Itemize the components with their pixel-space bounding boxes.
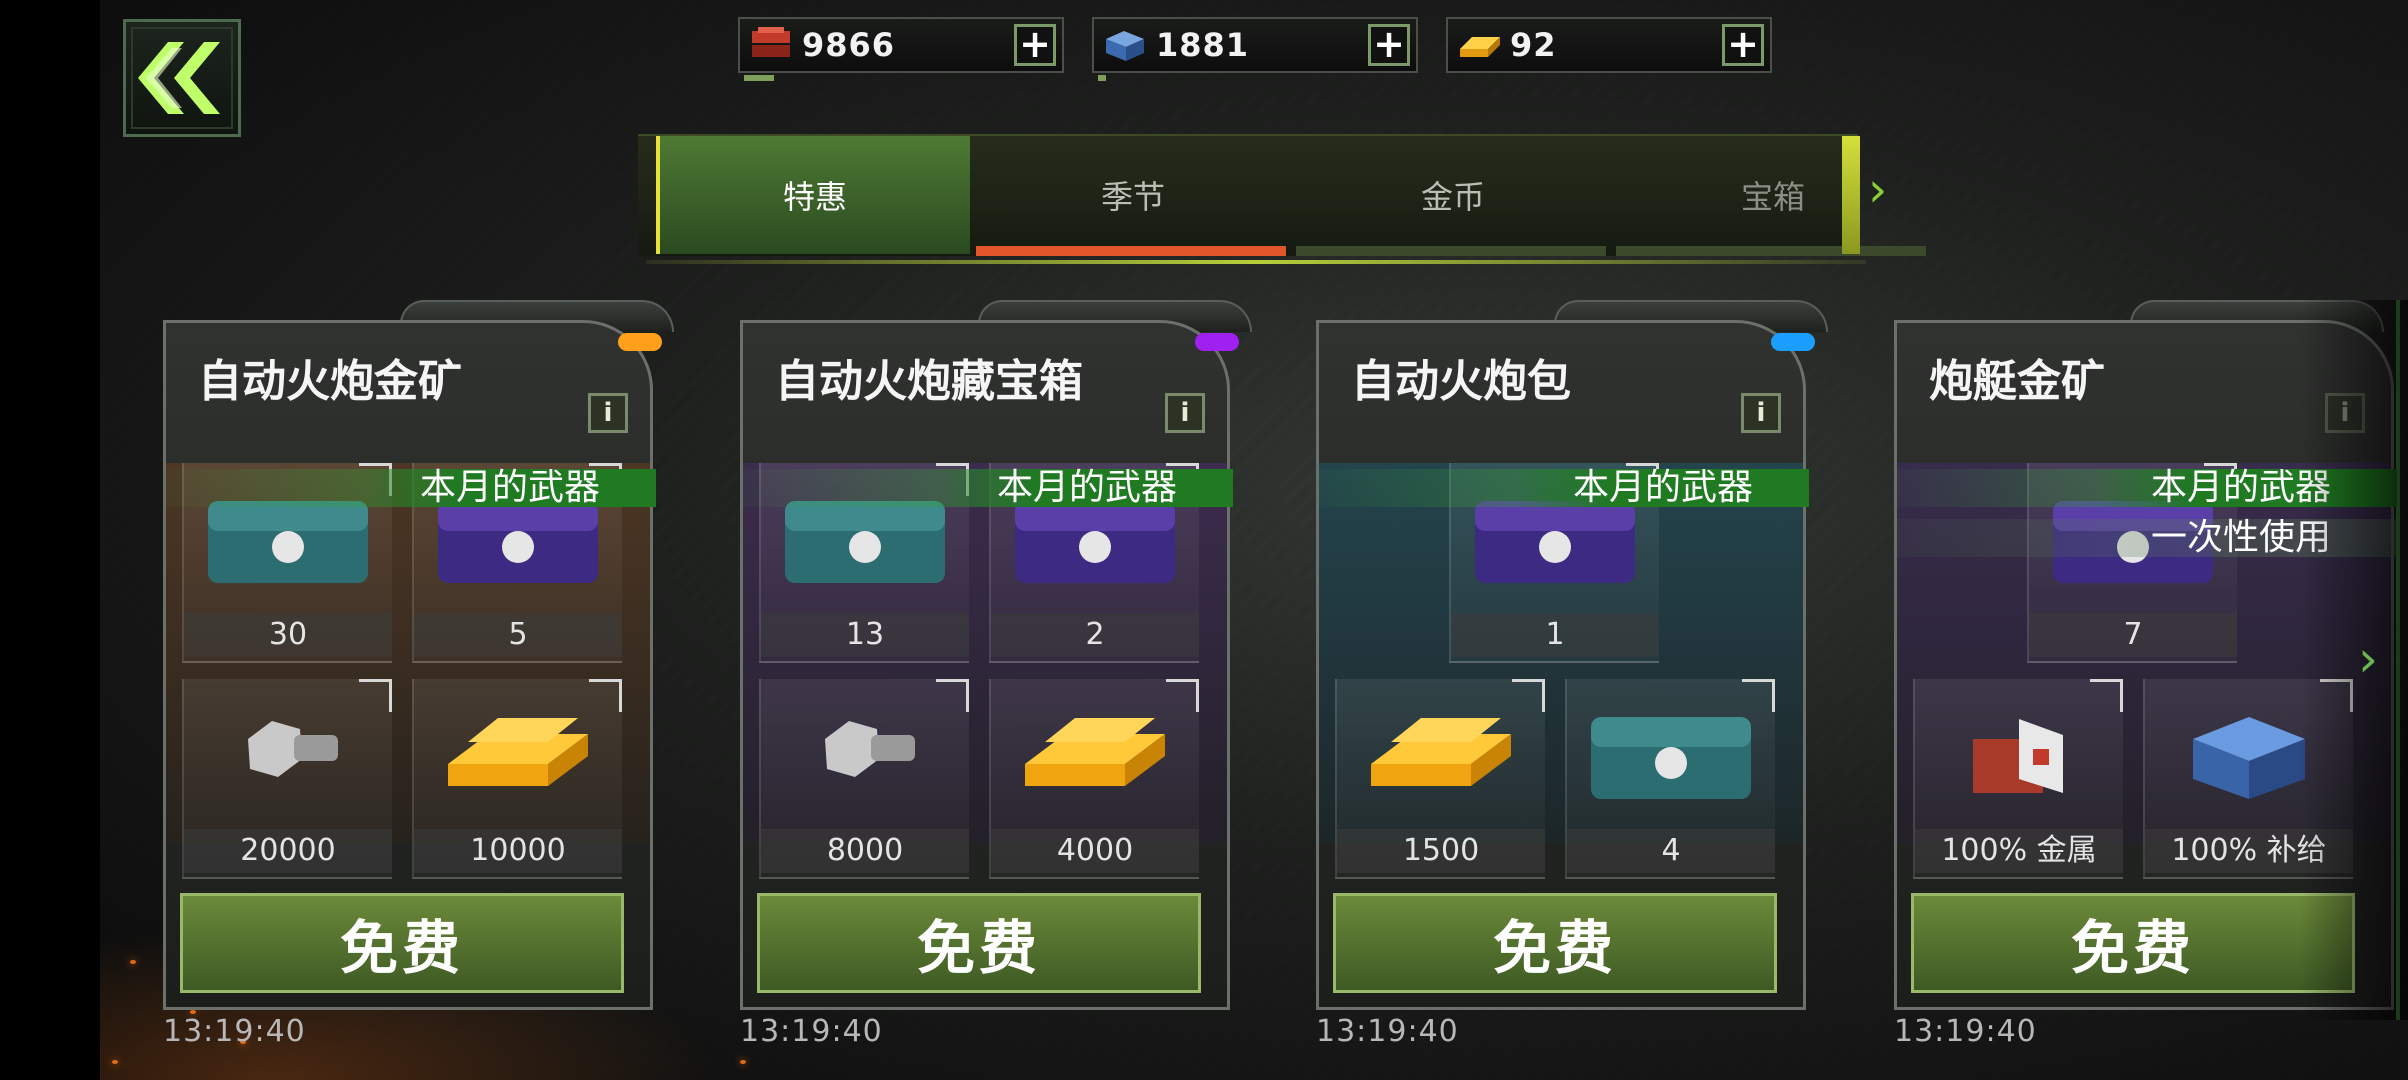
offer-timer: 13:19:40 bbox=[740, 1014, 883, 1049]
tab-label: 宝箱 bbox=[1740, 178, 1805, 216]
slot-quantity: 4000 bbox=[991, 829, 1199, 873]
reward-slot[interactable]: 20000 bbox=[182, 679, 392, 879]
card-title: 炮艇金矿 bbox=[1929, 356, 2105, 407]
weapon-of-month-banner: 本月的武器 bbox=[1319, 469, 1809, 507]
red-metal-icon bbox=[740, 19, 802, 71]
currency-progress bbox=[744, 75, 774, 81]
tab-label: 特惠 bbox=[782, 178, 847, 216]
teal-chest-icon bbox=[1567, 689, 1775, 819]
metal-bundle-icon bbox=[1915, 689, 2123, 819]
currency-value: 92 bbox=[1510, 26, 1557, 64]
reward-slot[interactable]: 100% 金属 bbox=[1913, 679, 2123, 879]
tab-label: 金币 bbox=[1420, 178, 1485, 216]
reward-slot[interactable]: 1500 bbox=[1335, 679, 1545, 879]
add-currency-button[interactable]: + bbox=[1722, 24, 1764, 66]
gold-bars-icon bbox=[991, 689, 1199, 819]
slot-quantity: 10000 bbox=[414, 829, 622, 873]
slot-quantity: 2 bbox=[991, 613, 1199, 657]
ember bbox=[112, 1060, 118, 1064]
tab-special[interactable]: 特惠 bbox=[656, 136, 970, 254]
gold-bars-icon bbox=[414, 689, 622, 819]
scroll-right-icon[interactable]: › bbox=[2358, 630, 2378, 688]
offer-timer: 13:19:40 bbox=[163, 1014, 306, 1049]
currency-progress bbox=[1098, 75, 1106, 81]
ember bbox=[130, 960, 136, 964]
currency-value: 9866 bbox=[802, 26, 896, 64]
info-button[interactable]: i bbox=[588, 393, 628, 433]
offer-timer: 13:19:40 bbox=[1894, 1014, 2037, 1049]
blue-supply-icon bbox=[1094, 19, 1156, 71]
slot-quantity: 8000 bbox=[761, 829, 969, 873]
slot-quantity: 4 bbox=[1567, 829, 1775, 873]
add-currency-button[interactable]: + bbox=[1014, 24, 1056, 66]
info-button[interactable]: i bbox=[1165, 393, 1205, 433]
offer-card: 自动火炮金矿 i 30 5 本月的武器 20000 10000 免费 bbox=[163, 320, 662, 1010]
slot-quantity: 13 bbox=[761, 613, 969, 657]
slot-quantity: 1 bbox=[1451, 613, 1659, 657]
weapon-of-month-banner: 本月的武器 bbox=[166, 469, 656, 507]
tab-scroll-indicator[interactable] bbox=[1842, 136, 1860, 254]
tab-divider bbox=[646, 260, 1866, 264]
ember bbox=[740, 1060, 746, 1064]
weapon-of-month-banner: 本月的武器 bbox=[743, 469, 1233, 507]
rarity-indicator bbox=[618, 333, 662, 351]
tab-label: 季节 bbox=[1100, 178, 1165, 216]
slot-quantity: 20000 bbox=[184, 829, 392, 873]
gold-bar-icon bbox=[1448, 19, 1510, 71]
gold-bars-icon bbox=[1337, 689, 1545, 819]
slot-quantity: 5 bbox=[414, 613, 622, 657]
tab-underline bbox=[1296, 246, 1606, 256]
card-title: 自动火炮包 bbox=[1351, 356, 1571, 407]
info-button[interactable]: i bbox=[1741, 393, 1781, 433]
slot-quantity: 100% 金属 bbox=[1915, 829, 2123, 873]
tab-underline bbox=[1616, 246, 1926, 256]
tab-next-icon[interactable]: › bbox=[1868, 162, 1887, 218]
tab-underline bbox=[976, 246, 1286, 256]
free-claim-button[interactable]: 免费 bbox=[757, 893, 1201, 993]
reward-slot[interactable]: 10000 bbox=[412, 679, 622, 879]
card-title: 自动火炮藏宝箱 bbox=[775, 356, 1083, 407]
add-currency-button[interactable]: + bbox=[1368, 24, 1410, 66]
slot-quantity: 1500 bbox=[1337, 829, 1545, 873]
double-chevron-left-icon bbox=[138, 42, 220, 114]
slot-quantity: 7 bbox=[2029, 613, 2237, 657]
currency-gold: 92 + bbox=[1446, 17, 1772, 73]
free-claim-button[interactable]: 免费 bbox=[1911, 893, 2355, 993]
tab-coins[interactable]: 金币 bbox=[1298, 136, 1608, 254]
currency-supply: 1881 + bbox=[1092, 17, 1418, 81]
currency-metal: 9866 + bbox=[738, 17, 1064, 81]
reward-slot[interactable]: 4000 bbox=[989, 679, 1199, 879]
free-claim-button[interactable]: 免费 bbox=[1333, 893, 1777, 993]
reward-slot[interactable]: 8000 bbox=[759, 679, 969, 879]
rarity-indicator bbox=[1195, 333, 1239, 351]
reward-slot[interactable]: 4 bbox=[1565, 679, 1775, 879]
currency-value: 1881 bbox=[1156, 26, 1250, 64]
tab-season[interactable]: 季节 bbox=[978, 136, 1288, 254]
back-button[interactable] bbox=[123, 19, 241, 137]
offer-timer: 13:19:40 bbox=[1316, 1014, 1459, 1049]
card-title: 自动火炮金矿 bbox=[198, 356, 462, 407]
edge-fade bbox=[2300, 300, 2408, 1020]
offer-card: 自动火炮包 i 1 本月的武器 1500 4 免费 bbox=[1316, 320, 1815, 1010]
free-claim-button[interactable]: 免费 bbox=[180, 893, 624, 993]
category-tabs: 特惠 季节 金币 宝箱 bbox=[638, 134, 1926, 256]
rarity-indicator bbox=[1771, 333, 1815, 351]
offer-card: 自动火炮藏宝箱 i 13 2 本月的武器 8000 4000 免费 bbox=[740, 320, 1239, 1010]
bolt-icon bbox=[184, 689, 392, 819]
slot-quantity: 30 bbox=[184, 613, 392, 657]
bolt-icon bbox=[761, 689, 969, 819]
